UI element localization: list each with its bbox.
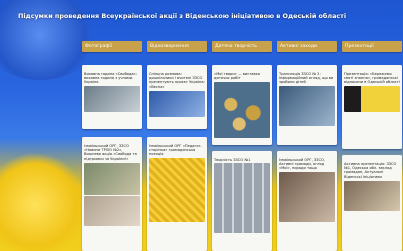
column-photos: Фотографії Виховна година «Свобода»: вих…	[82, 41, 142, 251]
column-video: Відеозвернення Спільна розмова: дошкільн…	[147, 41, 207, 251]
post-image	[279, 172, 335, 223]
post-text: Творчість ЗЗСО №1	[214, 157, 251, 162]
post-card[interactable]: Ізмаїльський ОРГ, ЗЗСО, Активні громади,…	[277, 151, 337, 251]
post-text: Презентація: «Бережемо святі знання», гр…	[344, 71, 400, 85]
post-text: Ізмаїльський ОРГ «Педагог-сторінка» гром…	[149, 143, 202, 157]
post-image	[214, 163, 270, 234]
post-text: Ізмаїльський ОРГ, ЗЗСО, Активні громади,…	[279, 157, 325, 171]
column-header[interactable]: Активні заходи	[277, 41, 337, 52]
post-card[interactable]: Виховна година «Свобода»: виховна година…	[82, 65, 142, 129]
post-card[interactable]: Ізмаїльський ОРГ «Педагог-сторінка» гром…	[147, 137, 207, 251]
post-image	[84, 86, 140, 113]
post-text: Ізмаїльський ОРГ, ЗЗСО «Новини ТРІЗО №2»…	[84, 143, 137, 161]
post-card[interactable]: Активна презентація: ЗЗСО №1, Одеська об…	[342, 155, 402, 251]
post-image	[344, 86, 400, 113]
column-activities: Активні заходи Трансляція ЗЗСО № 2: інфо…	[277, 41, 337, 251]
post-card[interactable]: «Мої твори» — виставка дитячих робіт	[212, 65, 272, 145]
post-image	[149, 158, 205, 223]
left-background-strip	[0, 41, 82, 251]
post-image	[214, 81, 270, 138]
post-text: Виховна година «Свобода»: виховна година…	[84, 71, 138, 85]
column-creativity: Дитяча творчість «Мої твори» — виставка …	[212, 41, 272, 251]
post-text: Активна презентація: ЗЗСО №1, Одеська об…	[344, 161, 397, 179]
column-header[interactable]: Фотографії	[82, 41, 142, 52]
post-card[interactable]: Трансляція ЗЗСО № 2: інформаційний огляд…	[277, 65, 337, 145]
post-text: «Мої твори» — виставка дитячих робіт	[214, 71, 260, 80]
post-text: Спільна розмова: дошкільники і вчителі З…	[149, 71, 205, 89]
post-image	[344, 180, 400, 211]
post-image	[149, 90, 205, 117]
post-card[interactable]: Ізмаїльський ОРГ, ЗЗСО «Новини ТРІЗО №2»…	[82, 137, 142, 251]
column-presentations: Презентації Презентація: «Бережемо святі…	[342, 41, 402, 251]
column-header[interactable]: Презентації	[342, 41, 402, 52]
page-title: Підсумки проведення Всеукраїнської акції…	[18, 12, 347, 20]
post-text: Трансляція ЗЗСО № 2: інформаційний огляд…	[279, 71, 334, 85]
post-image	[84, 162, 140, 195]
board-columns: Фотографії Виховна година «Свобода»: вих…	[82, 41, 403, 251]
column-header[interactable]: Дитяча творчість	[212, 41, 272, 52]
column-header[interactable]: Відеозвернення	[147, 41, 207, 52]
post-card[interactable]: Презентація: «Бережемо святі знання», гр…	[342, 65, 402, 149]
post-image	[279, 86, 335, 127]
post-card[interactable]: Творчість ЗЗСО №1	[212, 151, 272, 251]
post-card[interactable]: Спільна розмова: дошкільники і вчителі З…	[147, 65, 207, 129]
post-image	[84, 196, 140, 227]
